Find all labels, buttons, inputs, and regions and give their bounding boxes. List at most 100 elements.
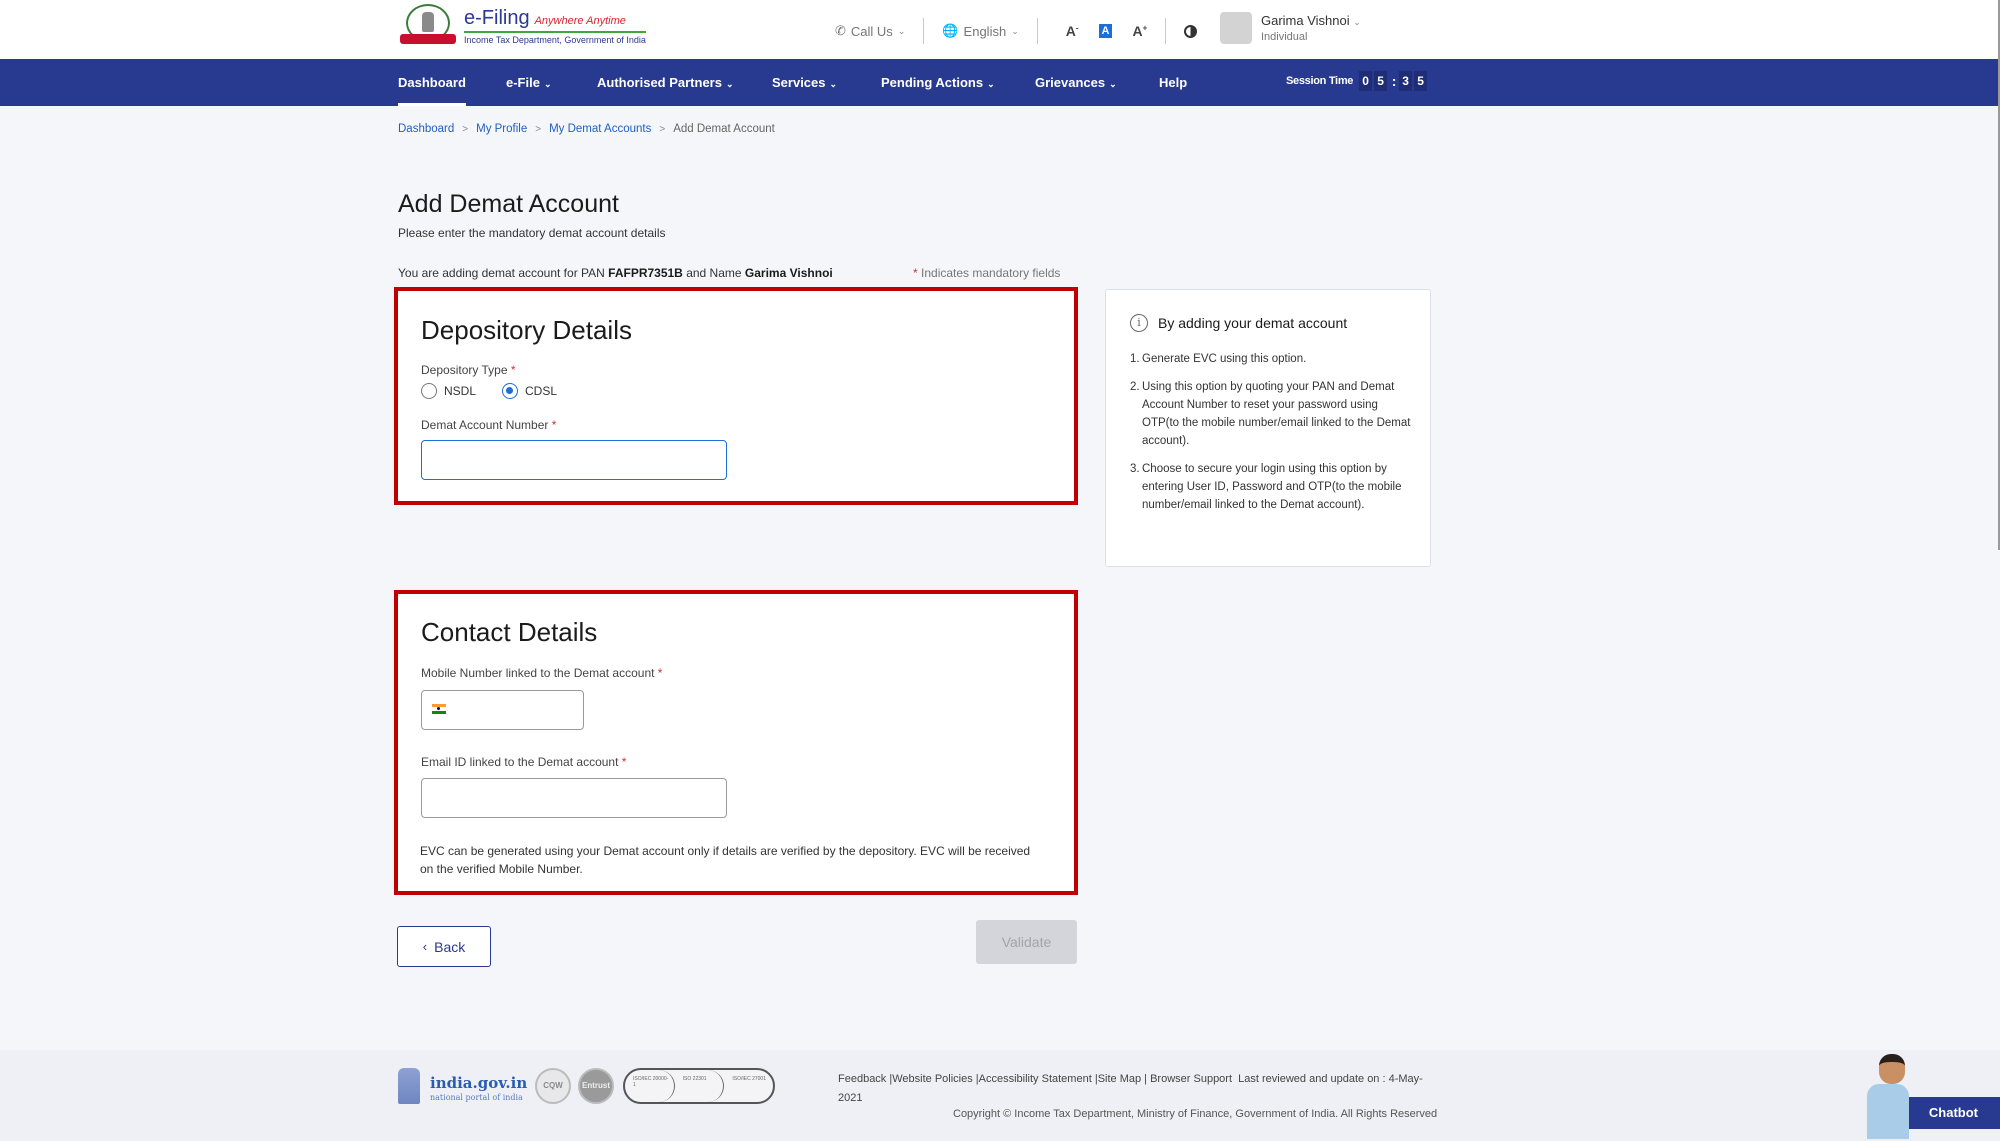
- iso-certification-badges: ISO/IEC 20000-1 ISO 22301 ISO/IEC 27001: [623, 1068, 775, 1104]
- demat-account-number-field[interactable]: [422, 441, 726, 479]
- call-us-dropdown[interactable]: ✆ Call Us ⌄: [835, 23, 905, 39]
- radio-button[interactable]: [421, 383, 437, 399]
- chevron-right-icon: >: [535, 123, 542, 135]
- back-button[interactable]: ‹ Back: [397, 926, 491, 967]
- breadcrumb: Dashboard > My Profile > My Demat Accoun…: [398, 123, 775, 135]
- info-panel: i By adding your demat account 1. Generat…: [1105, 289, 1431, 567]
- logo-tagline: Anywhere Anytime: [534, 15, 626, 27]
- india-flag-icon[interactable]: [432, 704, 446, 714]
- iso-badge: ISO 22301: [675, 1070, 725, 1102]
- emblem-icon: [398, 4, 458, 48]
- mandatory-note: * Indicates mandatory fields: [913, 266, 1061, 280]
- validate-button[interactable]: Validate: [976, 920, 1077, 964]
- footer-link-accessibility[interactable]: Accessibility Statement: [979, 1073, 1092, 1085]
- copyright: Copyright © Income Tax Department, Minis…: [953, 1108, 1438, 1120]
- session-label: Session Time: [1286, 75, 1354, 87]
- info-list: 1. Generate EVC using this option. 2. Usin…: [1130, 350, 1415, 524]
- footer-link-feedback[interactable]: Feedback: [838, 1073, 886, 1085]
- page-title: Add Demat Account: [398, 190, 619, 218]
- nav-e-file[interactable]: e-File ⌄: [506, 59, 552, 106]
- evc-note: EVC can be generated using your Demat ac…: [420, 844, 1031, 876]
- radio-cdsl[interactable]: CDSL: [502, 383, 557, 399]
- demat-account-label: Demat Account Number *: [421, 418, 557, 432]
- entrust-badge-icon: Entrust: [578, 1068, 614, 1104]
- divider: [923, 18, 925, 44]
- nav-authorised-partners[interactable]: Authorised Partners ⌄: [597, 59, 734, 106]
- chatbot-avatar-icon: [1865, 1054, 1913, 1139]
- chevron-right-icon: >: [462, 123, 469, 135]
- chatbot-launcher[interactable]: Chatbot: [1855, 1052, 2000, 1141]
- radio-nsdl[interactable]: NSDL: [421, 383, 476, 399]
- call-us-label: Call Us: [850, 23, 893, 39]
- session-colon: :: [1391, 73, 1397, 89]
- globe-icon: 🌐: [942, 23, 959, 38]
- depository-heading: Depository Details: [421, 315, 632, 345]
- logo-title: e-Filing: [464, 7, 530, 29]
- contact-details-card: Contact Details Mobile Number linked to …: [394, 590, 1078, 895]
- national-emblem-icon: [398, 1068, 420, 1104]
- chevron-down-icon: ⌄: [543, 79, 552, 89]
- breadcrumb-my-demat-accounts[interactable]: My Demat Accounts: [549, 123, 651, 135]
- efiling-logo[interactable]: e-Filing Anywhere Anytime Income Tax Dep…: [398, 4, 646, 48]
- chevron-right-icon: >: [659, 123, 666, 135]
- pan-value: FAFPR7351B: [608, 266, 683, 280]
- chevron-down-icon: ⌄: [1109, 79, 1117, 89]
- language-label: English: [963, 23, 1007, 39]
- language-dropdown[interactable]: 🌐 English ⌄: [942, 23, 1018, 39]
- chevron-down-icon: ⌄: [725, 79, 734, 89]
- footer-link-site-map[interactable]: Site Map: [1098, 1073, 1141, 1085]
- breadcrumb-dashboard[interactable]: Dashboard: [398, 123, 454, 135]
- demat-account-number-input[interactable]: [421, 440, 727, 480]
- footer-link-website-policies[interactable]: Website Policies: [892, 1073, 973, 1085]
- india-gov-link[interactable]: india.gov.in: [430, 1074, 527, 1092]
- session-digit: 5: [1374, 71, 1388, 91]
- top-header: e-Filing Anywhere Anytime Income Tax Dep…: [0, 0, 2000, 59]
- font-increase-button[interactable]: A+: [1132, 23, 1147, 39]
- user-menu[interactable]: Garima Vishnoi ⌄ Individual: [1220, 12, 1361, 44]
- font-decrease-button[interactable]: A-: [1066, 23, 1079, 39]
- mobile-label: Mobile Number linked to the Demat accoun…: [421, 666, 663, 680]
- footer-links: Feedback |Website Policies |Accessibilit…: [838, 1073, 1423, 1104]
- chevron-down-icon: ⌄: [829, 79, 838, 89]
- user-role: Individual: [1261, 31, 1308, 43]
- nav-pending-actions[interactable]: Pending Actions ⌄: [881, 59, 995, 106]
- divider: [1036, 18, 1038, 44]
- email-label: Email ID linked to the Demat account *: [421, 755, 627, 769]
- nav-dashboard[interactable]: Dashboard: [398, 59, 466, 106]
- session-digit: 3: [1399, 71, 1413, 91]
- radio-button[interactable]: [502, 383, 519, 399]
- mobile-number-field[interactable]: [422, 691, 583, 729]
- contrast-toggle-icon[interactable]: [1184, 24, 1198, 38]
- avatar: [1220, 12, 1252, 44]
- mobile-number-input[interactable]: [421, 690, 584, 730]
- divider: [1165, 18, 1167, 44]
- main-nav: Dashboard e-File ⌄ Authorised Partners ⌄ S…: [0, 59, 2000, 106]
- breadcrumb-current: Add Demat Account: [673, 123, 775, 135]
- india-gov-subtitle: national portal of india: [430, 1093, 523, 1102]
- chevron-down-icon: ⌄: [1011, 25, 1019, 36]
- contact-heading: Contact Details: [421, 617, 598, 647]
- email-field[interactable]: [422, 779, 726, 817]
- phone-icon: ✆: [835, 23, 846, 38]
- font-default-button[interactable]: A: [1098, 24, 1113, 38]
- nav-services[interactable]: Services ⌄: [772, 59, 837, 106]
- user-name: Garima Vishnoi: [1261, 13, 1350, 28]
- breadcrumb-my-profile[interactable]: My Profile: [476, 123, 527, 135]
- chevron-down-icon: ⌄: [987, 79, 995, 89]
- depository-details-card: Depository Details Depository Type * NSD…: [394, 287, 1078, 505]
- list-item: 3. Choose to secure your login using this…: [1130, 463, 1402, 511]
- depository-type-label: Depository Type *: [421, 363, 516, 377]
- footer-link-browser-support[interactable]: Browser Support: [1150, 1073, 1232, 1085]
- email-input[interactable]: [421, 778, 727, 818]
- depository-type-radio-group: NSDL CDSL: [421, 383, 583, 399]
- nav-help[interactable]: Help: [1159, 59, 1187, 106]
- chevron-down-icon: ⌄: [897, 25, 906, 36]
- nav-grievances[interactable]: Grievances ⌄: [1035, 59, 1117, 106]
- pan-info: You are adding demat account for PAN FAF…: [398, 266, 833, 280]
- info-heading: By adding your demat account: [1158, 315, 1348, 331]
- iso-badge: ISO/IEC 20000-1: [625, 1070, 675, 1102]
- info-icon: i: [1130, 314, 1148, 332]
- list-item: 1. Generate EVC using this option.: [1130, 353, 1307, 365]
- iso-badge: ISO/IEC 27001: [732, 1076, 766, 1082]
- list-item: 2. Using this option by quoting your PAN …: [1130, 381, 1411, 447]
